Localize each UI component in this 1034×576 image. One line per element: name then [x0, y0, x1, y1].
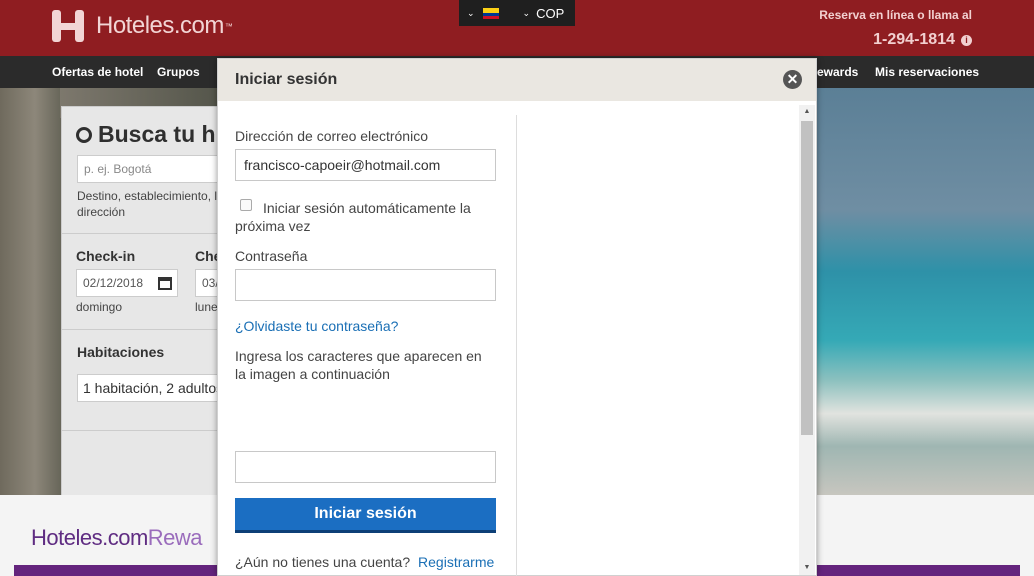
- divider: [62, 430, 232, 431]
- scroll-up-arrow-icon[interactable]: ▲: [799, 105, 815, 119]
- chevron-down-icon[interactable]: ⌄: [467, 8, 475, 19]
- sign-in-button[interactable]: Iniciar sesión: [235, 498, 496, 533]
- currency-code[interactable]: COP: [536, 6, 564, 21]
- nav-item-my-reservations[interactable]: Mis reservaciones: [875, 65, 979, 79]
- phone-contact: Reserva en línea o llama al 1-294-1814 i: [819, 8, 972, 49]
- phone-number: 1-294-1814: [873, 31, 955, 48]
- checkin-date-input[interactable]: 02/12/2018: [76, 269, 178, 297]
- forgot-password-link[interactable]: ¿Olvidaste tu contraseña?: [235, 318, 398, 334]
- modal-header: Iniciar sesión ✕: [218, 59, 816, 101]
- search-icon: [76, 127, 92, 143]
- brand-logo[interactable]: Hoteles.com ™: [52, 10, 233, 42]
- nav-item-rewards[interactable]: ewards: [817, 65, 858, 79]
- checkin-label: Check-in: [76, 248, 136, 264]
- scroll-thumb[interactable]: [801, 121, 813, 435]
- flag-colombia-icon: [482, 7, 499, 19]
- nav-item-hotel-deals[interactable]: Ofertas de hotel: [52, 65, 143, 79]
- checkin-weekday: domingo: [76, 300, 123, 314]
- checkin-date-value: 02/12/2018: [83, 276, 144, 290]
- locale-selector[interactable]: ⌄ ⌄ COP: [459, 0, 575, 26]
- captcha-instructions: Ingresa los caracteres que aparecen en l…: [235, 348, 482, 382]
- calendar-icon[interactable]: [158, 277, 172, 290]
- scroll-down-arrow-icon[interactable]: ▼: [799, 561, 815, 575]
- search-title: Busca tu h: [76, 121, 216, 148]
- password-field[interactable]: [235, 269, 496, 301]
- login-modal: Iniciar sesión ✕ Dirección de correo ele…: [217, 58, 817, 576]
- modal-column-divider: [516, 115, 517, 576]
- phone-label: Reserva en línea o llama al: [819, 8, 972, 22]
- modal-title: Iniciar sesión: [235, 71, 338, 88]
- remember-me-label[interactable]: Iniciar sesión automáticamente la próxim…: [235, 199, 500, 235]
- destination-hint-2: dirección: [77, 205, 126, 219]
- site-header: Hoteles.com ™ ⌄ ⌄ COP Reserva en línea o…: [0, 0, 1034, 56]
- brand-trademark: ™: [224, 21, 233, 31]
- email-label: Dirección de correo electrónico: [235, 128, 428, 144]
- rewards-logo[interactable]: Hoteles.comRewa: [31, 525, 203, 551]
- info-icon[interactable]: i: [961, 34, 972, 46]
- divider: [62, 329, 232, 330]
- hotels-logo-icon: [52, 10, 84, 42]
- brand-name: Hoteles.com: [96, 12, 224, 39]
- captcha-field[interactable]: [235, 451, 496, 483]
- register-link[interactable]: Registrarme: [418, 554, 494, 570]
- register-prompt: ¿Aún no tienes una cuenta? Registrarme: [235, 554, 494, 570]
- email-field[interactable]: [235, 149, 496, 181]
- hero-cliff-image: [0, 88, 70, 495]
- password-label: Contraseña: [235, 248, 308, 264]
- destination-input[interactable]: p. ej. Bogotá: [77, 155, 237, 183]
- checkout-weekday: lune: [195, 300, 218, 314]
- nav-item-groups[interactable]: Grupos: [157, 65, 200, 79]
- modal-scrollbar[interactable]: ▲ ▼: [799, 105, 815, 575]
- close-icon[interactable]: ✕: [783, 70, 802, 89]
- destination-hint: Destino, establecimiento, l: [77, 189, 218, 203]
- rooms-select[interactable]: 1 habitación, 2 adultos: [77, 374, 237, 402]
- search-card: Busca tu h p. ej. Bogotá Destino, establ…: [61, 106, 237, 496]
- phone-number-row: 1-294-1814 i: [819, 31, 972, 49]
- divider: [62, 233, 232, 234]
- hero-sea-image: [800, 88, 1034, 495]
- chevron-down-icon[interactable]: ⌄: [523, 8, 531, 19]
- rooms-label: Habitaciones: [77, 344, 165, 360]
- no-account-text: ¿Aún no tienes una cuenta?: [235, 554, 411, 570]
